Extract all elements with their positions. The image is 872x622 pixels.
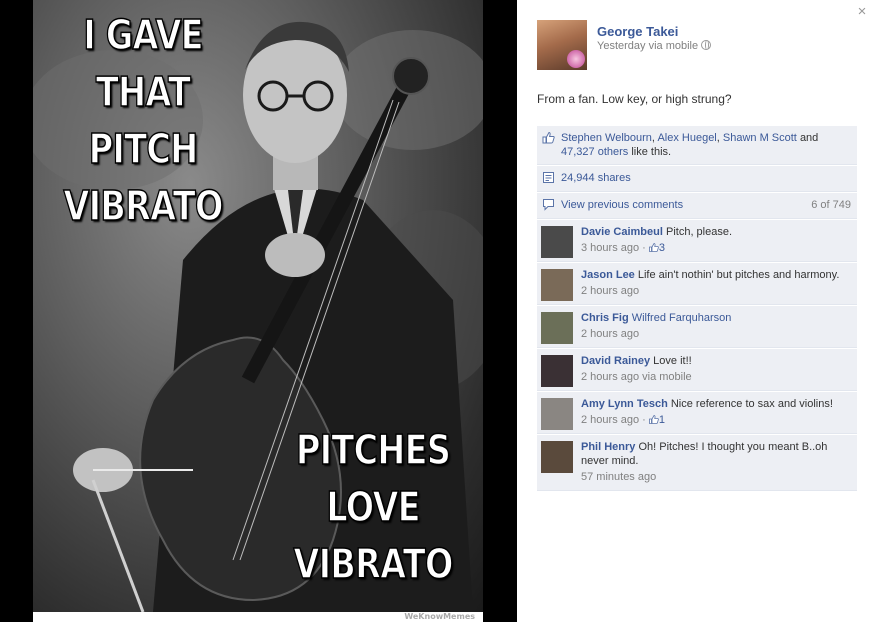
- comment-meta: 3 hours ago · 3: [581, 242, 666, 254]
- comment-item: Phil Henry Oh! Pitches! I thought you me…: [537, 435, 857, 491]
- shares-summary: 24,944 shares: [537, 166, 857, 192]
- meme-image: I GAVE THAT PITCH VIBRATO PITCHES LOVE V…: [33, 0, 483, 612]
- others-count-link[interactable]: 47,327 others: [561, 146, 628, 158]
- comment-time[interactable]: 2 hours ago: [581, 285, 639, 297]
- comment-text: Life ain't nothin' but pitches and harmo…: [637, 269, 840, 281]
- photo-viewer[interactable]: I GAVE THAT PITCH VIBRATO PITCHES LOVE V…: [0, 0, 517, 622]
- feedback-section: Stephen Welbourn, Alex Huegel, Shawn M S…: [537, 126, 857, 491]
- comment-time[interactable]: 3 hours ago: [581, 242, 639, 254]
- comment-like-count[interactable]: 3: [648, 242, 666, 254]
- comment-text: Wilfred Farquharson: [632, 312, 732, 324]
- comment-item: Davie Caimbeul Pitch, please. 3 hours ag…: [537, 220, 857, 262]
- share-icon: [543, 172, 554, 183]
- comment-time[interactable]: 2 hours ago: [581, 328, 639, 340]
- commenter-avatar[interactable]: [541, 269, 573, 301]
- commenter-name[interactable]: Amy Lynn Tesch: [581, 398, 668, 410]
- comment-item: Chris Fig Wilfred Farquharson 2 hours ag…: [537, 306, 857, 348]
- like-count: 3: [658, 242, 666, 254]
- close-button[interactable]: ×: [852, 2, 872, 22]
- commenter-name[interactable]: Chris Fig: [581, 312, 629, 324]
- view-previous-comments-link[interactable]: View previous comments: [561, 199, 683, 211]
- commenter-name[interactable]: Phil Henry: [581, 441, 635, 453]
- meme-bottom-line: VIBRATO: [293, 539, 454, 589]
- thumbs-up-icon: [648, 415, 659, 424]
- likes-suffix: like this.: [631, 146, 672, 158]
- globe-icon: [701, 40, 712, 50]
- meme-top-line: THAT: [95, 67, 191, 117]
- author-name[interactable]: George Takei: [597, 24, 678, 39]
- likes-and-text: and: [799, 132, 819, 144]
- meme-top-caption: I GAVE THAT PITCH VIBRATO: [61, 7, 225, 235]
- others-word: others: [597, 146, 629, 158]
- commenter-avatar[interactable]: [541, 312, 573, 344]
- comment-item: David Rainey Love it!! 2 hours ago via m…: [537, 349, 857, 391]
- meme-top-line: I GAVE: [83, 10, 205, 60]
- others-count: 47,327: [561, 146, 595, 158]
- commenter-name[interactable]: Jason Lee: [581, 269, 635, 281]
- commenter-avatar[interactable]: [541, 441, 573, 473]
- liker-link[interactable]: Stephen Welbourn: [561, 132, 652, 144]
- comment-time[interactable]: 2 hours ago: [581, 414, 639, 426]
- post-side-panel: × George Takei Yesterday via mobile From…: [517, 0, 872, 622]
- post-meta-text[interactable]: Yesterday via mobile: [597, 40, 698, 52]
- comment-item: Amy Lynn Tesch Nice reference to sax and…: [537, 392, 857, 434]
- tagged-name-link[interactable]: Wilfred Farquharson: [632, 312, 732, 324]
- comment-meta: 2 hours ago via mobile: [581, 370, 851, 384]
- like-count: 1: [658, 414, 666, 426]
- comment-text: Love it!!: [653, 355, 692, 367]
- author-avatar[interactable]: [537, 20, 587, 70]
- meme-top-line: PITCH: [88, 124, 199, 174]
- comment-text: Nice reference to sax and violins!: [670, 398, 833, 410]
- post-timestamp: Yesterday via mobile: [597, 40, 712, 52]
- comment-bubble-icon: [543, 199, 554, 211]
- meme-bottom-caption: PITCHES LOVE VIBRATO: [291, 422, 455, 593]
- avatar-badge-icon: [567, 50, 585, 68]
- comment-time[interactable]: 2 hours ago via mobile: [581, 371, 692, 383]
- meme-bottom-line: LOVE: [326, 482, 422, 532]
- commenter-name[interactable]: David Rainey: [581, 355, 650, 367]
- comment-count: 6 of 749: [811, 199, 851, 211]
- meme-top-line: VIBRATO: [63, 181, 224, 231]
- comment-time[interactable]: 57 minutes ago: [581, 471, 656, 483]
- comment-meta: 2 hours ago · 1: [581, 414, 666, 426]
- liker-link[interactable]: Alex Huegel: [657, 132, 716, 144]
- thumbs-up-icon: [648, 243, 659, 252]
- meme-bottom-line: PITCHES: [295, 425, 451, 475]
- comment-meta: 57 minutes ago: [581, 470, 851, 484]
- comment-meta: 2 hours ago: [581, 284, 851, 298]
- meme-footer: WeKnowMemes: [33, 612, 483, 622]
- shares-link[interactable]: 24,944 shares: [561, 172, 631, 184]
- comment-item: Jason Lee Life ain't nothin' but pitches…: [537, 263, 857, 305]
- view-previous-comments-row: View previous comments 6 of 749: [537, 193, 857, 219]
- commenter-avatar[interactable]: [541, 355, 573, 387]
- likes-summary: Stephen Welbourn, Alex Huegel, Shawn M S…: [537, 126, 857, 165]
- comment-like-count[interactable]: 1: [648, 414, 666, 426]
- comment-meta: 2 hours ago: [581, 327, 851, 341]
- thumbs-up-icon: [542, 131, 555, 144]
- commenter-avatar[interactable]: [541, 398, 573, 430]
- comment-text: Pitch, please.: [665, 226, 733, 238]
- commenter-avatar[interactable]: [541, 226, 573, 258]
- commenter-name[interactable]: Davie Caimbeul: [581, 226, 663, 238]
- post-caption: From a fan. Low key, or high strung?: [537, 92, 732, 106]
- watermark: WeKnowMemes: [404, 612, 475, 621]
- liker-link[interactable]: Shawn M Scott: [723, 132, 797, 144]
